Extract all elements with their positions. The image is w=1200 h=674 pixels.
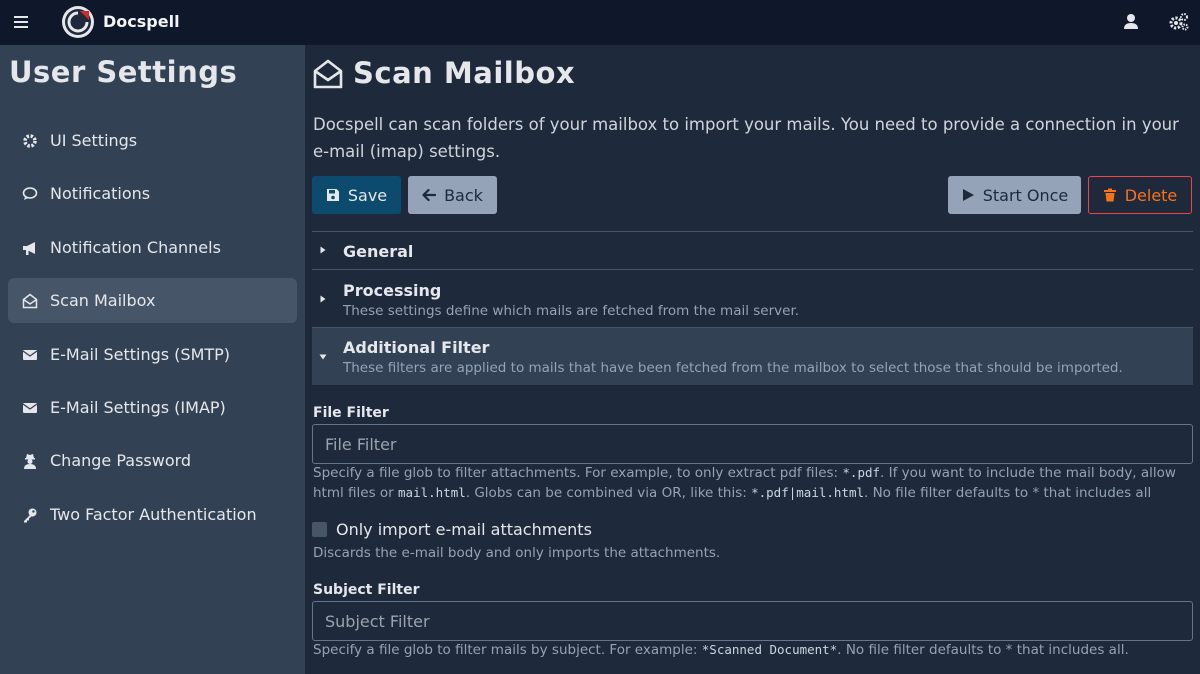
save-button-label: Save bbox=[347, 185, 388, 205]
caret-right-icon bbox=[320, 295, 326, 303]
play-icon bbox=[962, 189, 974, 201]
cogs-icon[interactable] bbox=[1168, 12, 1190, 32]
sidebar-item-label: Scan Mailbox bbox=[50, 291, 156, 310]
intro-text: Docspell can scan folders of your mailbo… bbox=[313, 115, 1179, 161]
sidebar-item-two-factor[interactable]: Two Factor Authentication bbox=[8, 492, 297, 537]
sidebar-item-scan-mailbox[interactable]: Scan Mailbox bbox=[8, 278, 297, 323]
subject-filter-input[interactable] bbox=[312, 601, 1193, 641]
subject-filter-label: Subject Filter bbox=[313, 582, 420, 598]
start-once-button-label: Start Once bbox=[982, 185, 1069, 205]
sidebar-item-email-imap[interactable]: E-Mail Settings (IMAP) bbox=[8, 385, 297, 430]
attachments-only-label[interactable]: Only import e-mail attachments bbox=[336, 520, 592, 539]
section-title: General bbox=[343, 242, 414, 261]
top-bar: Docspell bbox=[0, 0, 1200, 45]
back-button[interactable]: Back bbox=[408, 176, 497, 214]
section-general[interactable]: General bbox=[312, 231, 1193, 270]
attachments-only-checkbox[interactable] bbox=[312, 522, 327, 537]
sidebar: User Settings UI Settings Notifications … bbox=[0, 45, 305, 674]
attachments-only-help: Discards the e-mail body and only import… bbox=[313, 545, 721, 561]
delete-button-label: Delete bbox=[1124, 185, 1178, 205]
bullhorn-icon bbox=[23, 241, 35, 255]
sidebar-title: User Settings bbox=[9, 55, 238, 89]
section-additional-filter[interactable]: Additional Filter These filters are appl… bbox=[312, 327, 1193, 385]
caret-right-icon bbox=[320, 246, 326, 254]
sidebar-item-change-password[interactable]: Change Password bbox=[8, 438, 297, 483]
menu-icon[interactable] bbox=[14, 14, 30, 30]
caret-down-icon bbox=[319, 354, 327, 360]
key-icon bbox=[24, 508, 37, 522]
sidebar-item-label: Notification Channels bbox=[50, 238, 221, 257]
sidebar-item-notification-channels[interactable]: Notification Channels bbox=[8, 225, 297, 270]
section-processing[interactable]: Processing These settings define which m… bbox=[312, 269, 1193, 328]
delete-button[interactable]: Delete bbox=[1088, 176, 1192, 214]
section-description: These filters are applied to mails that … bbox=[343, 360, 1123, 376]
envelope-open-icon bbox=[313, 59, 343, 89]
save-button[interactable]: Save bbox=[312, 176, 401, 214]
file-filter-input[interactable] bbox=[312, 424, 1193, 464]
sidebar-item-label: E-Mail Settings (SMTP) bbox=[50, 345, 231, 364]
sidebar-item-label: Change Password bbox=[50, 451, 192, 470]
section-description: These settings define which mails are fe… bbox=[343, 303, 800, 319]
arrow-left-icon bbox=[422, 188, 437, 202]
save-icon bbox=[326, 189, 339, 201]
sidebar-item-label: Two Factor Authentication bbox=[50, 505, 257, 524]
envelope-open-icon bbox=[22, 293, 38, 308]
envelope-icon bbox=[22, 402, 38, 413]
file-filter-help: Specify a file glob to filter attachment… bbox=[313, 465, 1176, 501]
sidebar-item-label: UI Settings bbox=[50, 131, 138, 150]
sidebar-item-label: E-Mail Settings (IMAP) bbox=[50, 398, 226, 417]
trash-icon bbox=[1103, 188, 1116, 202]
sidebar-item-notifications[interactable]: Notifications bbox=[8, 171, 297, 216]
section-title: Processing bbox=[343, 281, 442, 300]
page-title: Scan Mailbox bbox=[353, 56, 576, 90]
subject-filter-help: Specify a file glob to filter mails by s… bbox=[313, 642, 1129, 658]
user-icon[interactable] bbox=[1121, 12, 1141, 32]
docspell-logo[interactable] bbox=[61, 5, 95, 39]
back-button-label: Back bbox=[444, 185, 483, 205]
sidebar-item-email-smtp[interactable]: E-Mail Settings (SMTP) bbox=[8, 332, 297, 377]
user-secret-icon bbox=[24, 453, 36, 469]
section-title: Additional Filter bbox=[343, 338, 490, 357]
app-name: Docspell bbox=[103, 12, 180, 31]
file-filter-label: File Filter bbox=[313, 405, 389, 421]
start-once-button[interactable]: Start Once bbox=[948, 176, 1081, 214]
gear-icon bbox=[23, 133, 37, 148]
envelope-icon bbox=[22, 349, 38, 360]
sidebar-item-label: Notifications bbox=[50, 184, 151, 203]
sidebar-item-ui-settings[interactable]: UI Settings bbox=[8, 118, 297, 163]
comment-icon bbox=[22, 186, 38, 200]
